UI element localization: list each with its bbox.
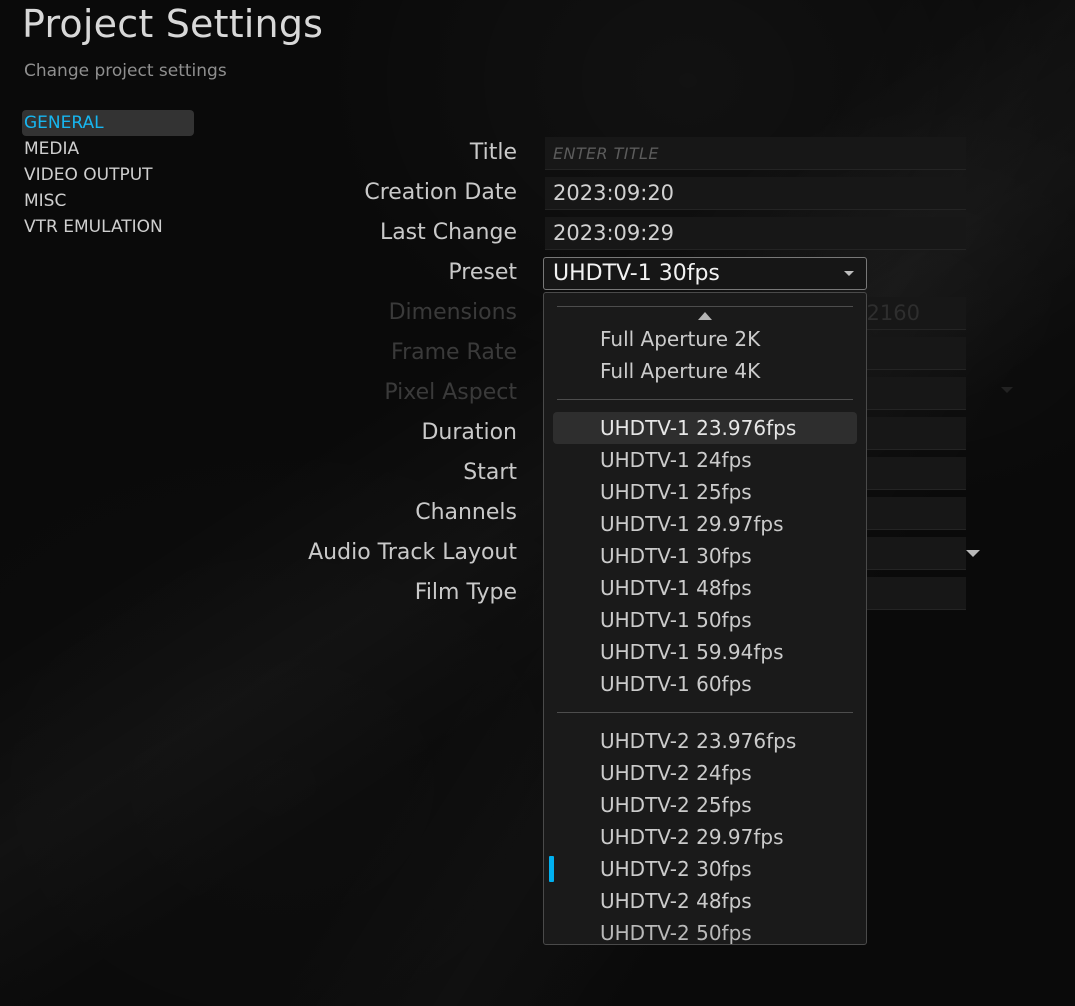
form-row: Pixel Aspect [0, 373, 1075, 413]
menu-item-label: UHDTV-1 23.976fps [600, 416, 797, 440]
menu-item-label: UHDTV-2 25fps [600, 793, 752, 817]
preset-combobox-value: UHDTV-1 30fps [553, 261, 720, 286]
form-row: Duration [0, 413, 1075, 453]
menu-item-label: UHDTV-1 29.97fps [600, 512, 784, 536]
field-label-frame-rate: Frame Rate [391, 340, 517, 365]
menu-item[interactable]: UHDTV-2 25fps [553, 789, 857, 821]
menu-item[interactable]: UHDTV-1 24fps [553, 444, 857, 476]
preset-dropdown-popup[interactable]: Full Aperture 2K Full Aperture 4K UHDTV-1 … [543, 292, 867, 945]
menu-group-spacer [544, 713, 866, 725]
field-label-dimensions: Dimensions [388, 300, 517, 325]
preset-dropdown-list: Full Aperture 2K Full Aperture 4K UHDTV-1 … [544, 306, 866, 944]
field-label-duration: Duration [421, 420, 517, 445]
menu-item[interactable]: Full Aperture 4K [553, 355, 857, 387]
field-value: 2023:09:20 [553, 181, 675, 205]
chevron-down-icon [844, 271, 854, 276]
field-value: 2023:09:29 [553, 221, 675, 245]
field-placeholder: ENTER TITLE [553, 144, 659, 163]
form-row: Film Type [0, 573, 1075, 613]
field-input-creation-date[interactable]: 2023:09:20 [545, 177, 966, 210]
chevron-down-icon[interactable] [966, 550, 980, 557]
form-row: Creation Date 2023:09:20 [0, 173, 1075, 213]
menu-item[interactable]: UHDTV-2 23.976fps [553, 725, 857, 757]
settings-form: Title ENTER TITLE Creation Date 2023:09:20 L… [0, 133, 1075, 613]
chevron-down-icon [1001, 387, 1013, 393]
field-label-title: Title [469, 140, 517, 165]
menu-item[interactable]: UHDTV-2 48fps [553, 885, 857, 917]
scroll-up-arrow-icon[interactable] [544, 307, 866, 323]
scroll-up-arrow-glyph [698, 312, 712, 320]
menu-item-label: UHDTV-1 25fps [600, 480, 752, 504]
menu-item-label: UHDTV-2 23.976fps [600, 729, 797, 753]
menu-item-label: UHDTV-2 48fps [600, 889, 752, 913]
project-settings-window: Project Settings Change project settings… [0, 0, 1075, 1006]
menu-item[interactable]: UHDTV-1 25fps [553, 476, 857, 508]
field-value: 2160 [866, 301, 920, 325]
menu-item[interactable]: UHDTV-1 30fps [553, 540, 857, 572]
scroll-down-arrow-icon[interactable] [544, 918, 866, 934]
menu-item-label: UHDTV-1 59.94fps [600, 640, 784, 664]
menu-item[interactable]: Full Aperture 2K [553, 323, 857, 355]
sidebar-item-label: GENERAL [24, 113, 104, 133]
page-title: Project Settings [22, 2, 324, 46]
menu-item[interactable]: UHDTV-1 29.97fps [553, 508, 857, 540]
field-label-film-type: Film Type [414, 580, 517, 605]
form-row: Last Change 2023:09:29 [0, 213, 1075, 253]
menu-item-label: Full Aperture 2K [600, 327, 761, 351]
menu-item[interactable]: UHDTV-1 60fps [553, 668, 857, 700]
menu-item[interactable]: UHDTV-1 48fps [553, 572, 857, 604]
menu-item-label: UHDTV-1 24fps [600, 448, 752, 472]
form-row: Audio Track Layout [0, 533, 1075, 573]
menu-item[interactable]: UHDTV-2 29.97fps [553, 821, 857, 853]
form-row: Title ENTER TITLE [0, 133, 1075, 173]
field-label-channels: Channels [415, 500, 517, 525]
menu-item[interactable]: UHDTV-1 23.976fps [553, 412, 857, 444]
field-label-preset: Preset [448, 260, 517, 285]
selected-item-marker [549, 856, 554, 882]
menu-item[interactable]: UHDTV-1 59.94fps [553, 636, 857, 668]
menu-item-label: UHDTV-2 24fps [600, 761, 752, 785]
field-label-last-change: Last Change [379, 220, 517, 245]
menu-item-label: UHDTV-2 30fps [600, 857, 752, 881]
form-row: Channels [0, 493, 1075, 533]
menu-item[interactable]: UHDTV-1 50fps [553, 604, 857, 636]
menu-item-label: UHDTV-2 29.97fps [600, 825, 784, 849]
menu-group-spacer [544, 400, 866, 412]
field-input-title[interactable]: ENTER TITLE [545, 137, 966, 170]
preset-combobox[interactable]: UHDTV-1 30fps [543, 257, 867, 290]
form-row: Dimensions 2160 [0, 293, 1075, 333]
field-label-audio-track-layout: Audio Track Layout [308, 540, 517, 565]
page-subtitle: Change project settings [24, 61, 227, 81]
menu-item[interactable]: UHDTV-2 30fps [553, 853, 857, 885]
form-row: Start [0, 453, 1075, 493]
field-input-last-change[interactable]: 2023:09:29 [545, 217, 966, 250]
menu-item-label: UHDTV-1 48fps [600, 576, 752, 600]
menu-item-label: Full Aperture 4K [600, 359, 761, 383]
menu-item[interactable]: UHDTV-2 24fps [553, 757, 857, 789]
form-row: Preset [0, 253, 1075, 293]
field-label-creation-date: Creation Date [364, 180, 517, 205]
form-row: Frame Rate [0, 333, 1075, 373]
menu-item-label: UHDTV-1 60fps [600, 672, 752, 696]
menu-item-label: UHDTV-1 50fps [600, 608, 752, 632]
field-label-start: Start [463, 460, 517, 485]
menu-item-label: UHDTV-1 30fps [600, 544, 752, 568]
field-label-pixel-aspect: Pixel Aspect [384, 380, 517, 405]
